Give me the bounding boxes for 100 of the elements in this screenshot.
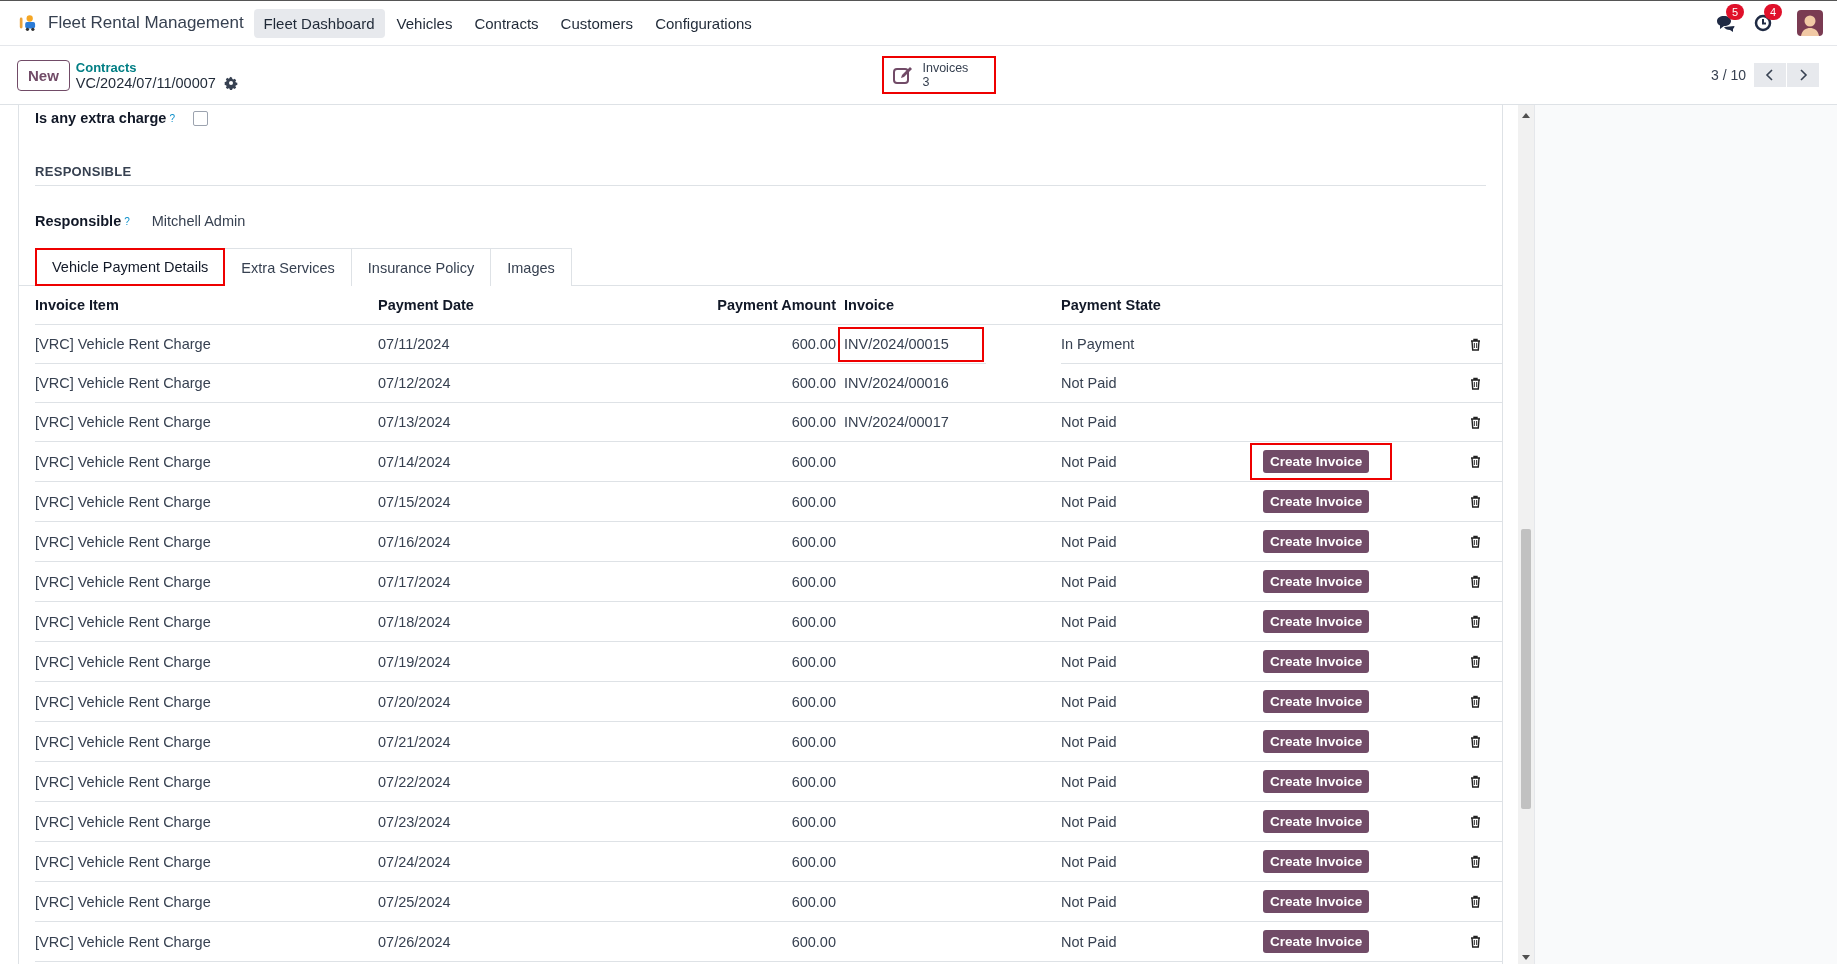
table-cell: 07/16/2024 — [378, 522, 628, 562]
trash-icon[interactable] — [1469, 815, 1482, 828]
trash-icon[interactable] — [1469, 855, 1482, 868]
table-cell: 07/24/2024 — [378, 842, 628, 882]
menu-item[interactable]: Vehicles — [386, 8, 463, 38]
trash-icon[interactable] — [1469, 895, 1482, 908]
menu-item[interactable]: Configurations — [645, 8, 762, 38]
column-header: Invoice — [836, 286, 1061, 325]
table-cell: Not Paid — [1061, 802, 1251, 842]
tab[interactable]: Insurance Policy — [350, 248, 492, 286]
table-cell: 07/20/2024 — [378, 682, 628, 722]
table-cell: Not Paid — [1061, 482, 1251, 522]
table-cell: INV/2024/00016 — [836, 364, 1061, 403]
trash-icon[interactable] — [1469, 376, 1482, 390]
user-avatar[interactable] — [1797, 10, 1823, 36]
table-cell: 07/23/2024 — [378, 802, 628, 842]
table-cell: 600.00 — [628, 642, 836, 682]
table-cell: 600.00 — [628, 522, 836, 562]
create-invoice-button[interactable]: Create Invoice — [1263, 650, 1370, 673]
table-cell: 600.00 — [628, 562, 836, 602]
table-cell: Not Paid — [1061, 682, 1251, 722]
field-label: Responsible — [35, 213, 122, 229]
new-button[interactable]: New — [17, 59, 70, 91]
tab[interactable]: Vehicle Payment Details — [35, 248, 226, 286]
trash-icon[interactable] — [1469, 775, 1482, 788]
tab[interactable]: Images — [490, 248, 572, 286]
create-invoice-button[interactable]: Create Invoice — [1263, 930, 1370, 953]
notification-badge: 4 — [1764, 4, 1782, 20]
table-cell: 07/15/2024 — [378, 482, 628, 522]
trash-icon[interactable] — [1469, 455, 1482, 468]
trash-icon[interactable] — [1469, 735, 1482, 748]
table-cell: [VRC] Vehicle Rent Charge — [35, 522, 378, 562]
trash-icon[interactable] — [1469, 655, 1482, 668]
create-invoice-button[interactable]: Create Invoice — [1263, 730, 1370, 753]
table-cell: [VRC] Vehicle Rent Charge — [35, 682, 378, 722]
chevron-right-icon — [1797, 69, 1809, 81]
table-cell: 600.00 — [628, 682, 836, 722]
table-cell: [VRC] Vehicle Rent Charge — [35, 602, 378, 642]
table-cell: INV/2024/00017 — [836, 403, 1061, 442]
help-mark[interactable]: ? — [124, 215, 130, 227]
table-cell: 600.00 — [628, 842, 836, 882]
create-invoice-button[interactable]: Create Invoice — [1263, 570, 1370, 593]
next-button[interactable] — [1787, 63, 1819, 87]
previous-button[interactable] — [1754, 63, 1786, 87]
checkbox[interactable] — [192, 110, 208, 126]
trash-icon[interactable] — [1469, 495, 1482, 508]
table-cell: Not Paid — [1061, 522, 1251, 562]
create-invoice-button[interactable]: Create Invoice — [1263, 490, 1370, 513]
create-invoice-button[interactable]: Create Invoice — [1263, 770, 1370, 793]
create-invoice-button[interactable]: Create Invoice — [1263, 530, 1370, 553]
trash-icon[interactable] — [1469, 615, 1482, 628]
trash-icon[interactable] — [1469, 535, 1482, 548]
table-cell: 600.00 — [628, 882, 836, 922]
table-cell: 600.00 — [628, 403, 836, 442]
create-invoice-button[interactable]: Create Invoice — [1263, 690, 1370, 713]
field-value: Mitchell Admin — [151, 213, 246, 229]
tab[interactable]: Extra Services — [224, 248, 352, 286]
create-invoice-button[interactable]: Create Invoice — [1263, 450, 1370, 473]
table-cell: 07/18/2024 — [378, 602, 628, 642]
table-cell: 07/26/2024 — [378, 922, 628, 962]
table-cell: [VRC] Vehicle Rent Charge — [35, 842, 378, 882]
settings-icon[interactable] — [223, 75, 238, 90]
table-cell: 07/12/2024 — [378, 364, 628, 403]
trash-icon[interactable] — [1469, 695, 1482, 708]
table-cell: In Payment — [1061, 325, 1251, 364]
table-cell: [VRC] Vehicle Rent Charge — [35, 762, 378, 802]
table-cell: Not Paid — [1061, 722, 1251, 762]
menu-item[interactable]: Customers — [550, 8, 644, 38]
trash-icon[interactable] — [1469, 415, 1482, 429]
table-cell: 600.00 — [628, 802, 836, 842]
create-invoice-button[interactable]: Create Invoice — [1263, 890, 1370, 913]
table-cell: Not Paid — [1061, 442, 1251, 482]
column-header: Payment Amount — [628, 286, 836, 325]
table-cell: [VRC] Vehicle Rent Charge — [35, 364, 378, 403]
trash-icon[interactable] — [1469, 935, 1482, 948]
table-cell: 600.00 — [628, 922, 836, 962]
menu-item[interactable]: Fleet Dashboard — [253, 8, 385, 38]
table-cell: 600.00 — [628, 722, 836, 762]
table-cell: 07/13/2024 — [378, 403, 628, 442]
table-cell: [VRC] Vehicle Rent Charge — [35, 325, 378, 364]
create-invoice-button[interactable]: Create Invoice — [1263, 850, 1370, 873]
table-cell: [VRC] Vehicle Rent Charge — [35, 802, 378, 842]
table-cell: [VRC] Vehicle Rent Charge — [35, 722, 378, 762]
trash-icon[interactable] — [1469, 337, 1482, 351]
invoices-button[interactable]: Invoices 3 — [882, 56, 997, 94]
app-logo-icon[interactable] — [18, 14, 36, 32]
trash-icon[interactable] — [1469, 575, 1482, 588]
menu-item[interactable]: Contracts — [464, 8, 549, 38]
pager-counter: 3 / 10 — [1710, 67, 1746, 83]
create-invoice-button[interactable]: Create Invoice — [1263, 610, 1370, 633]
table-cell: [VRC] Vehicle Rent Charge — [35, 922, 378, 962]
column-header: Invoice Item — [35, 286, 378, 325]
record-name: VC/2024/07/11/00007 — [75, 74, 216, 91]
table-cell: 600.00 — [628, 442, 836, 482]
breadcrumb-link[interactable]: Contracts — [75, 59, 238, 75]
table-cell: Not Paid — [1061, 562, 1251, 602]
help-mark[interactable]: ? — [169, 112, 175, 124]
table-cell: Not Paid — [1061, 602, 1251, 642]
create-invoice-button[interactable]: Create Invoice — [1263, 810, 1370, 833]
table-cell: [VRC] Vehicle Rent Charge — [35, 442, 378, 482]
